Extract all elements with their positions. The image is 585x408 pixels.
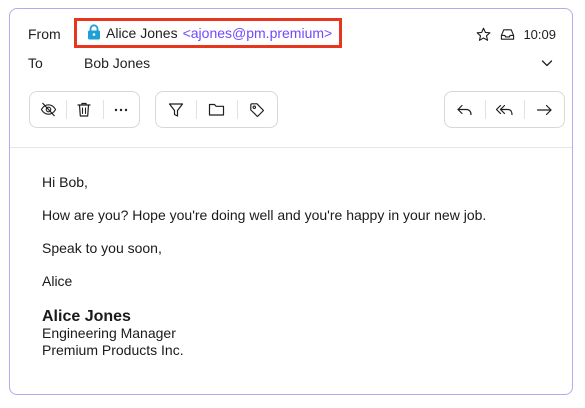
inbox-icon[interactable] xyxy=(499,26,515,42)
reply-button[interactable] xyxy=(445,92,485,127)
toolbar-group-visibility xyxy=(29,91,140,128)
lock-icon xyxy=(87,24,101,40)
recipient-name[interactable]: Bob Jones xyxy=(84,55,150,71)
sender-name: Alice Jones xyxy=(106,25,178,41)
toolbar-group-organize xyxy=(155,91,278,128)
reply-icon xyxy=(457,104,472,115)
body-paragraph: How are you? Hope you're doing well and … xyxy=(42,207,487,223)
filter-button[interactable] xyxy=(156,92,196,127)
body-paragraph: Speak to you soon, xyxy=(42,240,162,256)
chevron-down-icon[interactable] xyxy=(540,56,554,70)
message-view: From Alice Jones <ajones@pm.premium> 10:… xyxy=(9,8,573,395)
more-icon xyxy=(114,108,128,111)
toolbar-group-reply xyxy=(444,91,565,128)
from-label: From xyxy=(28,26,61,42)
tag-icon xyxy=(250,102,264,117)
more-button[interactable] xyxy=(102,92,139,127)
greeting: Hi Bob, xyxy=(42,174,88,190)
move-to-folder-button[interactable] xyxy=(196,92,236,127)
reply-all-icon xyxy=(495,104,513,115)
mark-unread-button[interactable] xyxy=(30,92,66,127)
label-button[interactable] xyxy=(236,92,277,127)
delete-button[interactable] xyxy=(66,92,102,127)
header-actions: 10:09 xyxy=(475,26,556,42)
filter-icon xyxy=(169,102,184,117)
reply-all-button[interactable] xyxy=(484,92,525,127)
sender-email: <ajones@pm.premium> xyxy=(182,25,333,41)
eye-slash-icon xyxy=(40,102,56,117)
trash-icon xyxy=(77,102,92,117)
message-time: 10:09 xyxy=(523,26,556,42)
sender-highlight[interactable]: Alice Jones <ajones@pm.premium> xyxy=(74,18,343,48)
header-divider xyxy=(10,147,572,148)
signature-title: Engineering Manager xyxy=(42,325,176,341)
folder-icon xyxy=(208,103,225,116)
signoff: Alice xyxy=(42,273,73,289)
message-toolbar xyxy=(10,91,572,128)
signature-name: Alice Jones xyxy=(42,308,131,325)
signature: Alice Jones Engineering Manager Premium … xyxy=(42,308,552,359)
signature-company: Premium Products Inc. xyxy=(42,342,184,358)
from-row: From Alice Jones <ajones@pm.premium> 10:… xyxy=(10,18,572,48)
star-icon[interactable] xyxy=(475,26,491,42)
forward-button[interactable] xyxy=(524,92,564,127)
message-body: Hi Bob, How are you? Hope you're doing w… xyxy=(42,175,552,359)
to-row: To Bob Jones xyxy=(10,50,572,76)
forward-icon xyxy=(536,104,552,115)
to-label: To xyxy=(28,55,43,71)
